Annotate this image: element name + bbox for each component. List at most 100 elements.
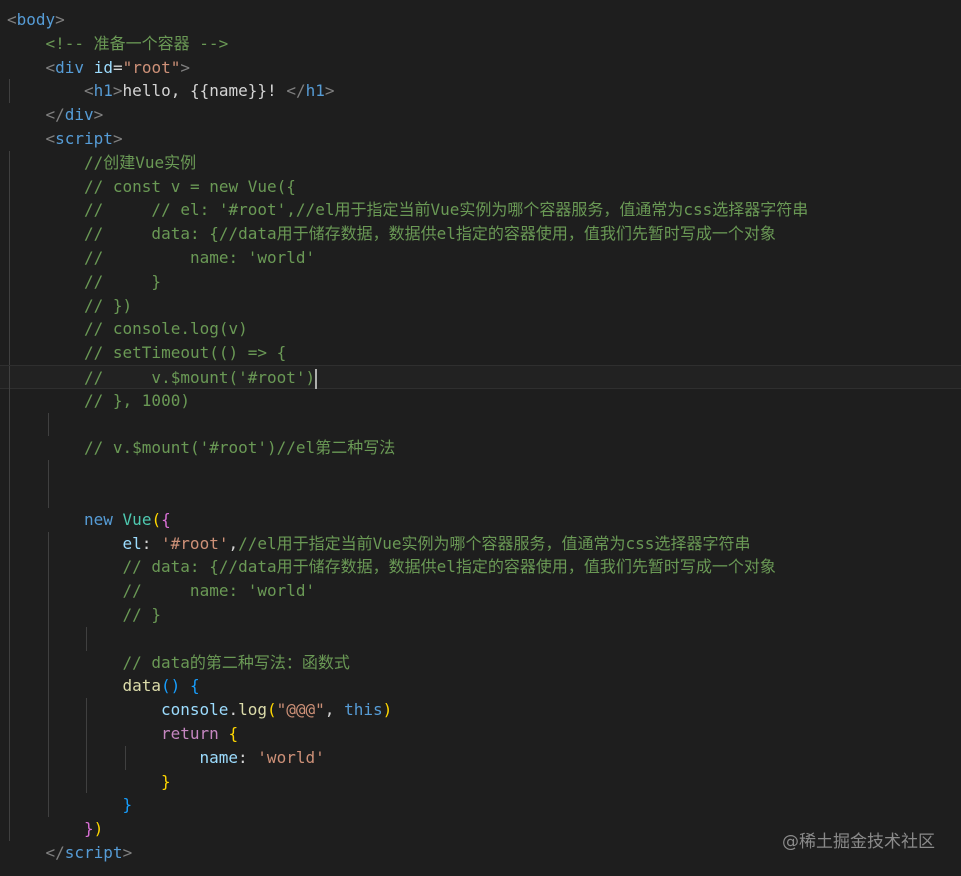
code-line[interactable]: // data的第二种写法：函数式 <box>0 650 961 675</box>
code-token: ( <box>266 700 277 720</box>
code-token: // const v = new Vue({ <box>84 176 296 196</box>
code-line[interactable]: // } <box>0 603 961 627</box>
indent-guide <box>9 412 10 437</box>
code-text: //创建Vue实例 <box>84 151 196 175</box>
code-token: // data的第二种写法：函数式 <box>122 652 350 672</box>
code-token: = <box>112 57 123 77</box>
code-token: Vue <box>122 509 152 529</box>
code-text: <!-- 准备一个容器 --> <box>46 32 229 56</box>
indent-guide <box>47 484 49 508</box>
indent-guide <box>9 317 10 342</box>
code-text: // data: {//data用于储存数据，数据供el指定的容器使用，值我们先… <box>123 555 776 579</box>
indent-guide <box>9 388 10 413</box>
code-line[interactable]: // }) <box>0 293 961 318</box>
code-line[interactable]: // setTimeout(() => { <box>0 341 961 365</box>
code-token: . <box>228 700 239 720</box>
code-line[interactable]: // // el: '#root',//el用于指定当前Vue实例为哪个容器服务… <box>0 198 961 223</box>
code-token: 'world' <box>257 747 325 767</box>
code-text: el: '#root',//el用于指定当前Vue实例为哪个容器服务，值通常为c… <box>123 532 751 556</box>
code-line[interactable]: <h1>hello, {{name}}! </h1> <box>0 79 961 104</box>
code-text: // name: 'world' <box>84 246 315 270</box>
code-text: // setTimeout(() => { <box>84 341 286 365</box>
code-line[interactable] <box>0 484 961 508</box>
code-line[interactable]: } <box>0 793 961 818</box>
code-token: { <box>228 724 239 743</box>
code-text: // v.$mount('#root') <box>84 366 318 390</box>
code-token: name <box>199 747 239 767</box>
code-token: // data: {//data用于储存数据，数据供el指定的容器使用，值我们先… <box>122 557 776 577</box>
code-line[interactable]: // name: 'world' <box>0 579 961 603</box>
code-token: log <box>238 700 267 720</box>
code-token: // }, 1000) <box>84 390 190 410</box>
indent-guide <box>9 793 10 818</box>
code-token: ( <box>151 509 162 529</box>
code-line[interactable]: // const v = new Vue({ <box>0 174 961 199</box>
code-text: return { <box>161 722 238 746</box>
code-token: <!-- 准备一个容器 --> <box>45 33 229 53</box>
indent-guide <box>47 674 49 699</box>
code-line[interactable]: // v.$mount('#root')//el第二种写法 <box>0 436 961 461</box>
indent-guide <box>47 650 49 675</box>
code-line[interactable]: //创建Vue实例 <box>0 150 961 175</box>
code-token: : <box>238 747 258 767</box>
code-line[interactable]: </div> <box>0 103 961 127</box>
code-token: < <box>7 10 17 29</box>
code-token: // // el: '#root',//el用于指定当前Vue实例为哪个容器服务… <box>84 200 809 220</box>
code-line[interactable]: <!-- 准备一个容器 --> <box>0 32 961 56</box>
code-line[interactable]: // data: {//data用于储存数据，数据供el指定的容器使用，值我们先… <box>0 222 961 246</box>
code-token: , <box>228 533 239 553</box>
code-token: > <box>122 843 133 862</box>
code-line[interactable] <box>0 412 961 437</box>
code-text: // // el: '#root',//el用于指定当前Vue实例为哪个容器服务… <box>84 198 808 222</box>
code-line[interactable]: }) <box>0 817 961 841</box>
code-token: body <box>16 10 56 29</box>
code-line[interactable]: el: '#root',//el用于指定当前Vue实例为哪个容器服务，值通常为c… <box>0 531 961 556</box>
code-token: // console.log(v) <box>84 319 248 339</box>
code-line[interactable]: <body> <box>0 8 961 32</box>
indent-guide <box>9 745 10 770</box>
code-line[interactable]: new Vue({ <box>0 507 961 532</box>
indent-guide <box>9 650 10 675</box>
code-token: // data: {//data用于储存数据，数据供el指定的容器使用，值我们先… <box>84 224 776 244</box>
indent-guide <box>86 745 87 770</box>
code-token: script <box>64 843 123 862</box>
code-line[interactable]: </script> <box>0 841 961 865</box>
indent-guide <box>9 626 10 651</box>
code-text: // } <box>84 270 161 294</box>
code-token: > <box>93 105 104 125</box>
code-line[interactable]: data() { <box>0 674 961 699</box>
code-text: <script> <box>46 127 123 151</box>
code-line[interactable]: // console.log(v) <box>0 317 961 342</box>
indent-guide <box>86 626 87 651</box>
code-text: // }, 1000) <box>84 389 190 413</box>
code-line[interactable]: // name: 'world' <box>0 246 961 270</box>
code-token: { <box>161 509 171 529</box>
code-text: new Vue({ <box>84 508 171 532</box>
code-token: h1 <box>93 81 113 101</box>
code-token: // }) <box>84 295 133 315</box>
code-line[interactable]: // } <box>0 269 961 294</box>
code-line[interactable]: // }, 1000) <box>0 388 961 413</box>
indent-guide <box>86 698 87 722</box>
code-line[interactable]: // data: {//data用于储存数据，数据供el指定的容器使用，值我们先… <box>0 555 961 580</box>
code-line[interactable]: <script> <box>0 127 961 151</box>
code-token: console <box>161 700 229 720</box>
code-text: console.log("@@@", this) <box>161 698 392 722</box>
indent-guide <box>9 366 10 390</box>
code-line[interactable]: console.log("@@@", this) <box>0 698 961 722</box>
indent-guide <box>9 769 10 794</box>
code-line[interactable] <box>0 626 961 651</box>
code-token: ) <box>93 819 104 839</box>
indent-guide <box>86 722 87 746</box>
code-line[interactable] <box>0 460 961 484</box>
code-line[interactable]: return { <box>0 722 961 746</box>
indent-guide <box>47 412 49 437</box>
code-token: () <box>161 676 181 696</box>
code-line[interactable]: // v.$mount('#root') <box>0 365 961 390</box>
code-line[interactable]: <div id="root"> <box>0 56 961 80</box>
code-text: // } <box>123 603 162 627</box>
code-line[interactable]: } <box>0 769 961 794</box>
code-editor[interactable]: @稀土掘金技术社区 <body> <!-- 准备一个容器 --> <div id="… <box>0 0 961 876</box>
code-line[interactable]: name: 'world' <box>0 745 961 770</box>
